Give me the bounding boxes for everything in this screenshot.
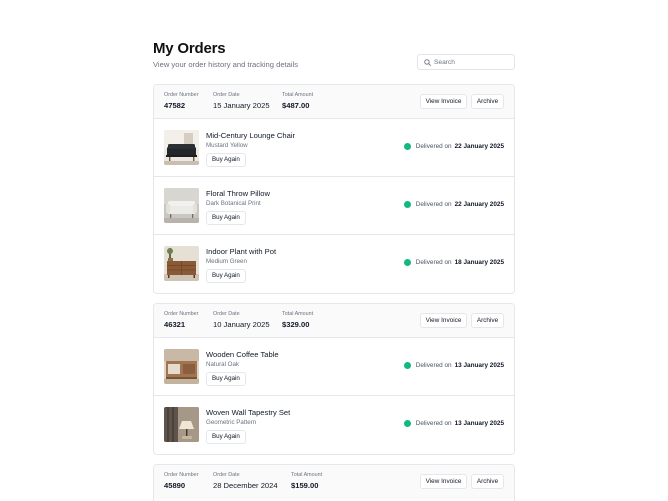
- order-date: Order Date 28 December 2024: [213, 472, 278, 490]
- product-image[interactable]: [164, 188, 199, 223]
- delivery-status: Delivered on 22 January 2025: [403, 143, 504, 150]
- product-variant: Dark Botanical Print: [206, 200, 261, 207]
- delivered-date: 18 January 2025: [454, 259, 504, 266]
- order-date-value: 10 January 2025: [213, 320, 270, 329]
- view-invoice-button[interactable]: View Invoice: [420, 94, 467, 109]
- archive-button[interactable]: Archive: [471, 313, 504, 328]
- delivery-status: Delivered on 13 January 2025: [403, 420, 504, 427]
- order-card: Order Number 45890 Order Date 28 Decembe…: [153, 464, 515, 501]
- order-date: Order Date 15 January 2025: [213, 92, 270, 110]
- product-variant: Mustard Yellow: [206, 142, 248, 149]
- order-number-value: 46321: [164, 320, 186, 329]
- product-image[interactable]: [164, 349, 199, 384]
- page-subtitle: View your order history and tracking det…: [153, 60, 299, 69]
- order-item: Floral Throw Pillow Dark Botanical Print…: [154, 177, 514, 235]
- order-item: Mid-Century Lounge Chair Mustard Yellow …: [154, 119, 514, 177]
- status-dot-icon: [403, 201, 411, 208]
- order-item: Woven Wall Tapestry Set Geometric Patter…: [154, 396, 514, 454]
- order-total: Total Amount $487.00: [282, 92, 313, 110]
- buy-again-button[interactable]: Buy Again: [206, 430, 246, 444]
- product-variant: Natural Oak: [206, 361, 240, 368]
- delivered-label: Delivered on: [415, 201, 452, 208]
- delivered-date: 13 January 2025: [454, 420, 504, 427]
- archive-button[interactable]: Archive: [471, 474, 504, 489]
- orders-page: My Orders View your order history and tr…: [153, 0, 515, 501]
- status-dot-icon: [403, 143, 411, 150]
- order-date-value: 28 December 2024: [213, 481, 278, 490]
- order-number: Order Number 47582: [164, 92, 198, 110]
- buy-again-button[interactable]: Buy Again: [206, 211, 246, 225]
- delivered-label: Delivered on: [415, 143, 452, 150]
- search-icon: [424, 58, 431, 66]
- delivered-label: Delivered on: [415, 420, 452, 427]
- order-total-value: $487.00: [282, 101, 310, 110]
- delivery-status: Delivered on 18 January 2025: [403, 259, 504, 266]
- delivered-label: Delivered on: [415, 259, 452, 266]
- page-header: My Orders View your order history and tr…: [153, 0, 515, 70]
- delivered-label: Delivered on: [415, 362, 452, 369]
- delivered-date: 22 January 2025: [454, 201, 504, 208]
- order-date-label: Order Date: [213, 92, 240, 98]
- delivered-date: 13 January 2025: [454, 362, 504, 369]
- order-header: Order Number 45890 Order Date 28 Decembe…: [154, 465, 514, 499]
- status-dot-icon: [403, 259, 411, 266]
- product-name: Wooden Coffee Table: [206, 350, 279, 359]
- status-dot-icon: [403, 420, 411, 427]
- order-number-value: 45890: [164, 481, 186, 490]
- order-total-label: Total Amount: [291, 472, 323, 478]
- order-header: Order Number 47582 Order Date 15 January…: [154, 85, 514, 119]
- delivered-date: 22 January 2025: [454, 143, 504, 150]
- order-date: Order Date 10 January 2025: [213, 311, 270, 329]
- product-name: Woven Wall Tapestry Set: [206, 408, 291, 417]
- order-number-label: Order Number: [164, 311, 199, 317]
- buy-again-button[interactable]: Buy Again: [206, 153, 246, 167]
- buy-again-button[interactable]: Buy Again: [206, 372, 246, 386]
- search-box[interactable]: [417, 54, 515, 70]
- product-image[interactable]: [164, 130, 199, 165]
- order-total: Total Amount $329.00: [282, 311, 313, 329]
- search-input[interactable]: [434, 56, 512, 68]
- delivery-status: Delivered on 13 January 2025: [403, 362, 504, 369]
- order-number: Order Number 46321: [164, 311, 198, 329]
- order-total: Total Amount $159.00: [291, 472, 322, 490]
- product-variant: Geometric Pattern: [206, 419, 257, 426]
- buy-again-button[interactable]: Buy Again: [206, 269, 246, 283]
- product-name: Mid-Century Lounge Chair: [206, 131, 296, 140]
- order-date-label: Order Date: [213, 472, 240, 478]
- product-image[interactable]: [164, 246, 199, 281]
- product-name: Indoor Plant with Pot: [206, 247, 277, 256]
- order-number-value: 47582: [164, 101, 186, 110]
- order-date-label: Order Date: [213, 311, 240, 317]
- order-total-value: $329.00: [282, 320, 310, 329]
- status-dot-icon: [403, 362, 411, 369]
- product-name: Floral Throw Pillow: [206, 189, 271, 198]
- order-card: Order Number 46321 Order Date 10 January…: [153, 303, 515, 455]
- order-card: Order Number 47582 Order Date 15 January…: [153, 84, 515, 294]
- order-header: Order Number 46321 Order Date 10 January…: [154, 304, 514, 338]
- view-invoice-button[interactable]: View Invoice: [420, 474, 467, 489]
- archive-button[interactable]: Archive: [471, 94, 504, 109]
- delivery-status: Delivered on 22 January 2025: [403, 201, 504, 208]
- product-image[interactable]: [164, 407, 199, 442]
- order-number-label: Order Number: [164, 92, 199, 98]
- order-item: Indoor Plant with Pot Medium Green Buy A…: [154, 235, 514, 293]
- order-total-label: Total Amount: [282, 92, 314, 98]
- product-variant: Medium Green: [206, 258, 247, 265]
- order-total-value: $159.00: [291, 481, 319, 490]
- order-number-label: Order Number: [164, 472, 199, 478]
- order-total-label: Total Amount: [282, 311, 314, 317]
- order-item: Wooden Coffee Table Natural Oak Buy Agai…: [154, 338, 514, 396]
- order-date-value: 15 January 2025: [213, 101, 270, 110]
- page-title: My Orders: [153, 40, 226, 57]
- view-invoice-button[interactable]: View Invoice: [420, 313, 467, 328]
- order-number: Order Number 45890: [164, 472, 198, 490]
